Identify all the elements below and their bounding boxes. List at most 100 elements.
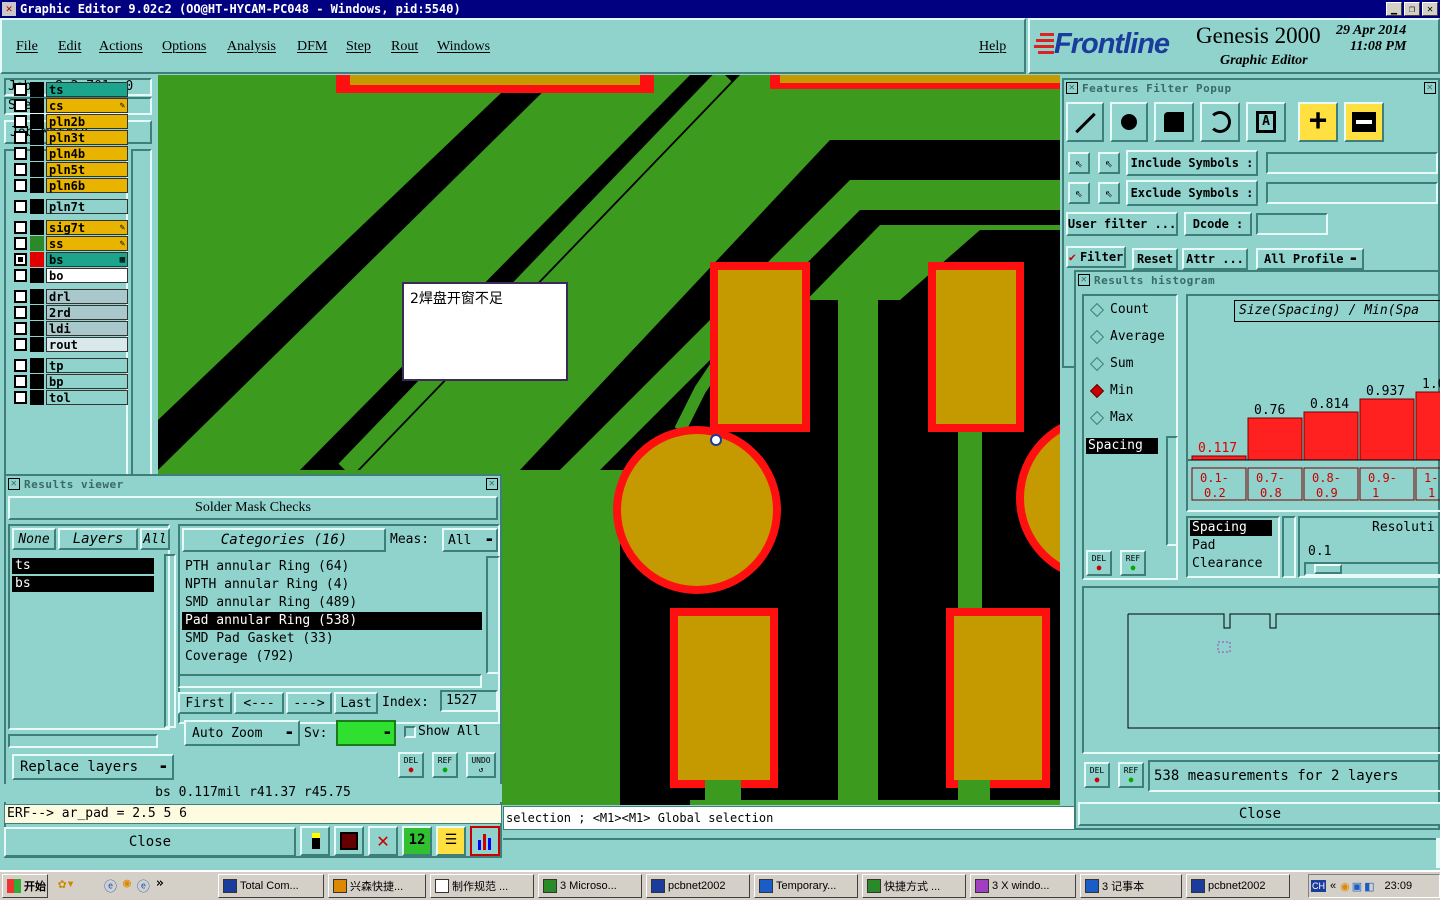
menu-actions[interactable]: Actions <box>99 39 143 55</box>
layer-row-rout[interactable]: rout <box>14 337 128 352</box>
notes-tool-icon[interactable]: ☰ <box>436 826 466 856</box>
layer-row-pln3t[interactable]: pln3t <box>14 130 128 145</box>
browser-icon[interactable]: ⓔ <box>137 876 150 896</box>
layer-name[interactable]: 2rd <box>46 305 128 320</box>
preview-ref-button[interactable]: REF ● <box>1118 762 1144 788</box>
last-button[interactable]: Last <box>334 692 378 714</box>
layer-checkbox[interactable] <box>14 322 27 335</box>
option-min[interactable]: Min <box>1089 383 1133 398</box>
menu-analysis[interactable]: Analysis <box>227 39 276 55</box>
histogram-bar[interactable] <box>1303 411 1359 461</box>
layer-color-swatch[interactable] <box>30 178 44 193</box>
hist-ref-button[interactable]: REF ● <box>1120 550 1146 576</box>
menu-windows[interactable]: Windows <box>437 39 490 55</box>
layer-checkbox[interactable] <box>14 269 27 282</box>
histogram-tool-icon[interactable] <box>470 826 500 856</box>
category-item[interactable]: SMD Pad Gasket (33) <box>182 630 482 648</box>
layer-name[interactable]: pln5t <box>46 162 128 177</box>
spacing-list-item[interactable]: Spacing <box>1086 438 1158 454</box>
layer-row-pln6b[interactable]: pln6b <box>14 178 128 193</box>
include-symbols-input[interactable] <box>1266 152 1438 174</box>
features-filter-close-icon[interactable]: ✕ <box>1424 82 1436 94</box>
category-item[interactable]: Coverage (792) <box>182 648 482 666</box>
pad-feature-icon[interactable] <box>1110 102 1148 142</box>
type-item-clearance[interactable]: Clearance <box>1192 556 1262 571</box>
layer-color-swatch[interactable] <box>30 98 44 113</box>
meas-dropdown[interactable]: All ▬ <box>442 528 498 552</box>
layer-row-2rd[interactable]: 2rd <box>14 305 128 320</box>
layer-item-bs[interactable]: bs <box>12 576 154 592</box>
layer-row-bs[interactable]: bs ▦ <box>14 252 128 267</box>
filter-button[interactable]: ✔ Filter <box>1066 246 1126 268</box>
minimize-button[interactable]: ▁ <box>1386 2 1402 16</box>
categories-vscroll[interactable] <box>486 556 500 674</box>
layer-name[interactable]: cs ✎ <box>46 98 128 113</box>
prev-button[interactable]: <--- <box>234 692 284 714</box>
taskbar-item[interactable]: Temporary... <box>754 874 858 898</box>
menu-help[interactable]: Help <box>979 39 1006 55</box>
histogram-bar[interactable] <box>1415 391 1440 461</box>
option-average[interactable]: Average <box>1089 329 1165 344</box>
options-vscroll[interactable] <box>1166 436 1178 546</box>
layer-row-cs[interactable]: cs ✎ <box>14 98 128 113</box>
layer-item-ts[interactable]: ts <box>12 558 154 574</box>
hist-del-button[interactable]: DEL ● <box>1086 550 1112 576</box>
dcode-input[interactable] <box>1256 213 1328 235</box>
taskbar-item[interactable]: 3 Microso... <box>538 874 642 898</box>
layer-color-swatch[interactable] <box>30 114 44 129</box>
line-feature-icon[interactable] <box>1066 102 1104 142</box>
option-max[interactable]: Max <box>1089 410 1133 425</box>
layer-color-swatch[interactable] <box>30 236 44 251</box>
layer-name[interactable]: drl <box>46 289 128 304</box>
layer-row-pln4b[interactable]: pln4b <box>14 146 128 161</box>
include-browse-icon[interactable]: ⇖ <box>1098 152 1120 174</box>
more-chevron-icon[interactable]: » <box>156 876 164 896</box>
layer-name[interactable]: ts <box>46 82 128 97</box>
quicklaunch-flower-icon[interactable]: ✿▾ <box>58 876 94 896</box>
layer-checkbox[interactable] <box>14 99 27 112</box>
menu-dfm[interactable]: DFM <box>297 39 327 55</box>
layer-checkbox[interactable] <box>14 115 27 128</box>
layer-checkbox[interactable] <box>14 290 27 303</box>
layer-name[interactable]: bs ▦ <box>46 252 128 267</box>
layer-checkbox[interactable] <box>14 391 27 404</box>
layer-color-swatch[interactable] <box>30 199 44 214</box>
del-button[interactable]: DEL ● <box>398 752 424 778</box>
layer-checkbox[interactable] <box>14 359 27 372</box>
layer-color-swatch[interactable] <box>30 220 44 235</box>
annotation-note[interactable]: 2焊盘开窗不足 <box>402 282 568 381</box>
user-filter-button[interactable]: User filter ... <box>1066 212 1178 236</box>
ref-button[interactable]: REF ● <box>432 752 458 778</box>
layer-name[interactable]: pln6b <box>46 178 128 193</box>
category-item[interactable]: PTH annular Ring (64) <box>182 558 482 576</box>
layer-color-swatch[interactable] <box>30 358 44 373</box>
categories-button[interactable]: Categories (16) <box>182 528 386 552</box>
layer-checkbox[interactable] <box>14 221 27 234</box>
window-tool-icon[interactable] <box>334 826 364 856</box>
layer-row-bp[interactable]: bp <box>14 374 128 389</box>
menu-options[interactable]: Options <box>162 39 206 55</box>
histogram-bar[interactable] <box>1359 398 1415 461</box>
tray-app-icon[interactable]: ◉ <box>1340 880 1350 893</box>
exclude-pick-icon[interactable]: ⇖ <box>1068 182 1090 204</box>
folder-icon[interactable]: ◉ <box>123 876 131 896</box>
layer-row-tp[interactable]: tp <box>14 358 128 373</box>
slider-thumb[interactable] <box>1314 564 1342 574</box>
layer-row-drl[interactable]: drl <box>14 289 128 304</box>
menu-file[interactable]: File <box>16 39 38 55</box>
profile-dropdown[interactable]: All Profile ▬ <box>1256 248 1364 270</box>
layer-color-swatch[interactable] <box>30 305 44 320</box>
layer-color-swatch[interactable] <box>30 162 44 177</box>
tray-expand-icon[interactable]: « <box>1330 880 1336 892</box>
layer-row-tol[interactable]: tol <box>14 390 128 405</box>
option-sum[interactable]: Sum <box>1089 356 1133 371</box>
layer-row-bo[interactable]: bo <box>14 268 128 283</box>
layer-checkbox[interactable] <box>14 83 27 96</box>
index-input[interactable]: 1527 <box>440 690 498 712</box>
layer-name[interactable]: pln4b <box>46 146 128 161</box>
layer-checkbox[interactable] <box>14 179 27 192</box>
menu-rout[interactable]: Rout <box>391 39 418 55</box>
layer-color-swatch[interactable] <box>30 146 44 161</box>
volume-icon[interactable]: ◧ <box>1364 880 1374 893</box>
undo-button[interactable]: UNDO ↺ <box>466 752 496 778</box>
